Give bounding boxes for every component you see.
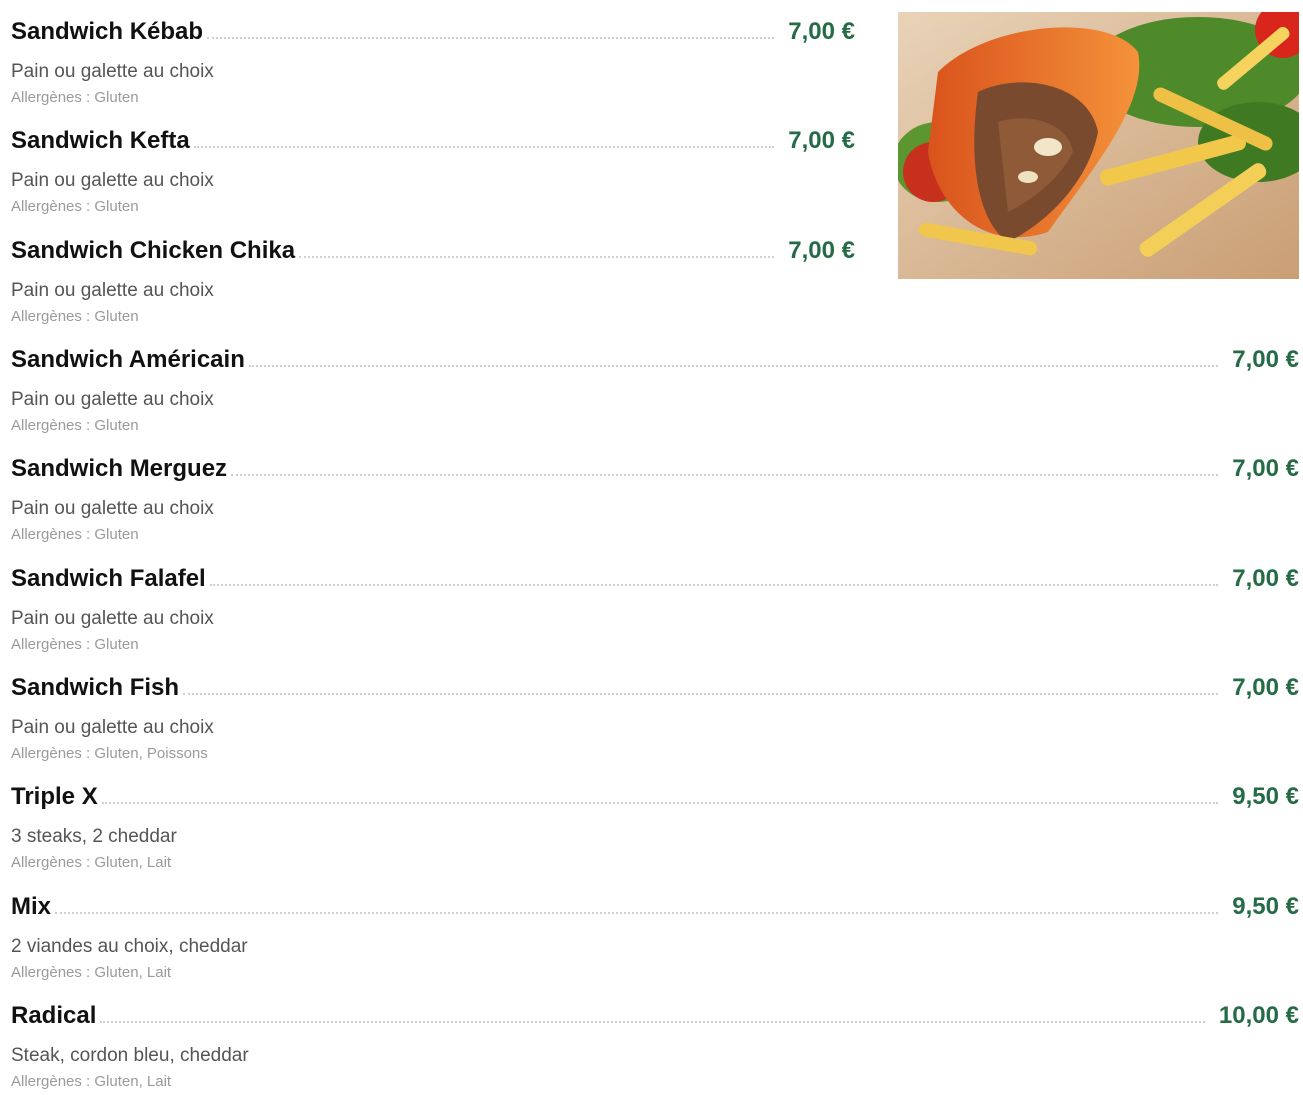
dotted-leader [207,37,775,39]
item-name: Sandwich Kébab [11,18,204,45]
item-allergens: Allergènes : Gluten, Lait [11,964,172,981]
item-allergens: Allergènes : Gluten, Lait [11,854,172,871]
item-allergens: Allergènes : Gluten [11,417,139,434]
kebab-photo [898,12,1299,279]
item-description: Steak, cordon bleu, cheddar [11,1045,249,1066]
dotted-leader [231,474,1219,476]
item-name: Sandwich Chicken Chika [11,237,296,264]
item-allergens: Allergènes : Gluten [11,198,139,215]
dotted-leader [100,1021,1205,1023]
menu-item: Mix 9,50 € 2 viandes au choix, cheddar A… [11,887,1299,997]
menu-item: Radical 10,00 € Steak, cordon bleu, ched… [11,996,1299,1095]
item-description: Pain ou galette au choix [11,170,214,191]
menu-item: Sandwich Kébab 7,00 € Pain ou galette au… [11,12,855,122]
item-name: Sandwich Merguez [11,455,228,482]
item-allergens: Allergènes : Gluten, Poissons [11,745,208,762]
item-name: Radical [11,1002,97,1029]
item-price: 7,00 € [1232,565,1299,592]
item-description: 3 steaks, 2 cheddar [11,826,177,847]
menu-item: Sandwich Américain 7,00 € Pain ou galett… [11,340,1299,450]
item-description: 2 viandes au choix, cheddar [11,936,248,957]
menu-item: Sandwich Fish 7,00 € Pain ou galette au … [11,668,1299,778]
item-price: 7,00 € [788,237,855,264]
item-price: 9,50 € [1232,783,1299,810]
item-price: 7,00 € [788,127,855,154]
dotted-leader [183,693,1219,695]
item-price: 10,00 € [1218,1002,1299,1029]
item-name: Sandwich Américain [11,346,245,373]
item-name: Sandwich Falafel [11,565,206,592]
item-description: Pain ou galette au choix [11,389,214,410]
menu-list: Sandwich Kébab 7,00 € Pain ou galette au… [0,0,1303,1095]
item-description: Pain ou galette au choix [11,498,214,519]
item-allergens: Allergènes : Gluten [11,308,139,325]
item-name: Sandwich Fish [11,674,180,701]
item-price: 7,00 € [1232,346,1299,373]
item-description: Pain ou galette au choix [11,608,214,629]
item-description: Pain ou galette au choix [11,61,214,82]
dotted-leader [101,802,1219,804]
item-price: 9,50 € [1232,893,1299,920]
dotted-leader [193,146,775,148]
dotted-leader [299,256,775,258]
item-price: 7,00 € [1232,674,1299,701]
item-allergens: Allergènes : Gluten [11,526,139,543]
menu-item: Triple X 9,50 € 3 steaks, 2 cheddar Alle… [11,777,1299,887]
menu-item: Sandwich Kefta 7,00 € Pain ou galette au… [11,121,855,231]
menu-item: Sandwich Falafel 7,00 € Pain ou galette … [11,559,1299,669]
item-name: Triple X [11,783,98,810]
menu-item: Sandwich Chicken Chika 7,00 € Pain ou ga… [11,231,855,341]
item-allergens: Allergènes : Gluten, Lait [11,1073,172,1090]
dotted-leader [55,912,1219,914]
menu-item: Sandwich Merguez 7,00 € Pain ou galette … [11,449,1299,559]
item-name: Sandwich Kefta [11,127,190,154]
dotted-leader [209,584,1219,586]
item-allergens: Allergènes : Gluten [11,636,139,653]
dotted-leader [248,365,1219,367]
item-name: Mix [11,893,52,920]
item-description: Pain ou galette au choix [11,280,214,301]
item-price: 7,00 € [788,18,855,45]
item-price: 7,00 € [1232,455,1299,482]
item-description: Pain ou galette au choix [11,717,214,738]
item-allergens: Allergènes : Gluten [11,89,139,106]
